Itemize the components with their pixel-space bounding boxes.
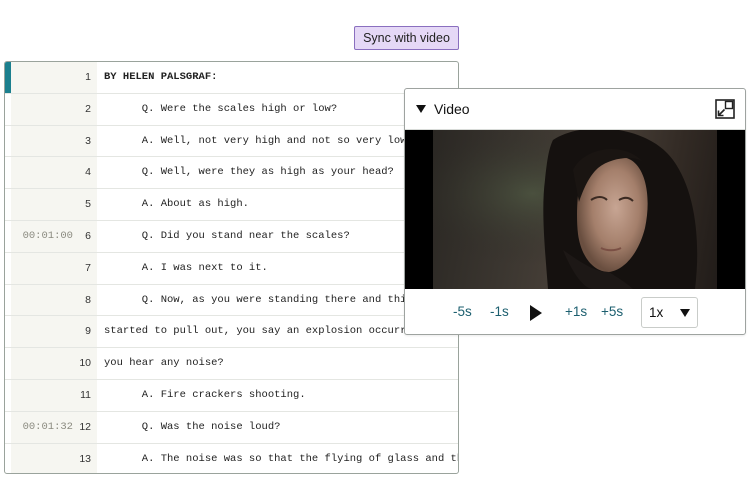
video-panel-title: Video <box>434 101 470 117</box>
line-number: 4 <box>85 166 91 179</box>
transcript-line-text: A. The noise was so that the flying of g… <box>104 452 459 465</box>
play-icon[interactable] <box>530 305 542 321</box>
video-player[interactable] <box>405 130 745 289</box>
transcript-line-text: Q. Were the scales high or low? <box>104 102 338 115</box>
popout-icon[interactable] <box>715 99 735 119</box>
transcript-row[interactable]: 10 you hear any noise? <box>5 348 458 380</box>
sync-with-video-button[interactable]: Sync with video <box>354 26 459 50</box>
transcript-line-text: started to pull out, you say an explosio… <box>104 325 451 338</box>
transcript-row[interactable]: 3 A. Well, not very high and not so very… <box>5 126 458 158</box>
line-number: 1 <box>85 71 91 83</box>
transcript-line-text: Q. Was the noise loud? <box>104 420 281 433</box>
transcript-line-text: A. Fire crackers shooting. <box>104 389 306 401</box>
skip-forward-5-button[interactable]: +5s <box>601 304 623 319</box>
transcript-row[interactable]: 7 A. I was next to it. <box>5 253 458 285</box>
transcript-row[interactable]: 4 Q. Well, were they as high as your hea… <box>5 157 458 190</box>
timestamp[interactable]: 00:01:32 <box>11 421 73 433</box>
caret-down-icon[interactable] <box>416 105 426 113</box>
line-number: 10 <box>79 357 91 370</box>
line-number: 3 <box>85 134 91 147</box>
transcript-line-text: A. Well, not very high and not so very l… <box>104 134 432 147</box>
line-number: 11 <box>80 389 91 401</box>
playback-controls: -5s -1s +1s +5s 1x <box>405 289 745 334</box>
transcript-row[interactable]: 8 Q. Now, as you were standing there and… <box>5 285 458 317</box>
transcript-line-text: Q. Now, as you were standing there and t… <box>104 293 432 306</box>
line-number: 7 <box>85 261 91 274</box>
transcript-line-text: BY HELEN PALSGRAF: <box>104 71 218 83</box>
line-number: 12 <box>79 420 91 433</box>
line-number: 2 <box>85 102 91 115</box>
transcript-line-text: Q. Did you stand near the scales? <box>104 230 350 242</box>
line-number: 8 <box>85 293 91 306</box>
timestamp[interactable]: 00:01:00 <box>11 230 73 242</box>
transcript-panel: 1 BY HELEN PALSGRAF: 2 Q. Were the scales … <box>4 61 459 474</box>
transcript-row[interactable]: 9 started to pull out, you say an explosi… <box>5 316 458 349</box>
transcript-row[interactable]: 00:01:32 12 Q. Was the noise loud? <box>5 412 458 444</box>
line-number: 9 <box>85 325 91 338</box>
transcript-row[interactable]: 2 Q. Were the scales high or low? <box>5 94 458 126</box>
playback-speed-value: 1x <box>649 305 664 320</box>
video-panel: Video -5s -1s +1s +5s 1x <box>404 88 746 335</box>
skip-back-1-button[interactable]: -1s <box>490 304 509 319</box>
transcript-line-text: Q. Well, were they as high as your head? <box>104 166 394 179</box>
video-panel-header[interactable]: Video <box>405 89 745 130</box>
transcript-row[interactable]: 13 A. The noise was so that the flying o… <box>5 444 459 473</box>
line-number: 6 <box>85 230 91 242</box>
playback-speed-select[interactable]: 1x <box>641 297 698 328</box>
transcript-row[interactable]: 00:01:00 6 Q. Did you stand near the scal… <box>5 221 458 253</box>
skip-forward-1-button[interactable]: +1s <box>565 304 587 319</box>
skip-back-5-button[interactable]: -5s <box>453 304 472 319</box>
line-number: 13 <box>79 452 91 465</box>
transcript-row[interactable]: 1 BY HELEN PALSGRAF: <box>5 62 458 94</box>
transcript-line-text: A. About as high. <box>104 198 249 211</box>
video-frame-image <box>433 130 717 289</box>
transcript-line-text: A. I was next to it. <box>104 261 268 274</box>
chevron-down-icon <box>680 309 690 317</box>
transcript-line-text: you hear any noise? <box>104 357 224 370</box>
line-number: 5 <box>85 198 91 211</box>
transcript-row[interactable]: 5 A. About as high. <box>5 189 458 221</box>
transcript-row[interactable]: 11 A. Fire crackers shooting. <box>5 380 458 412</box>
